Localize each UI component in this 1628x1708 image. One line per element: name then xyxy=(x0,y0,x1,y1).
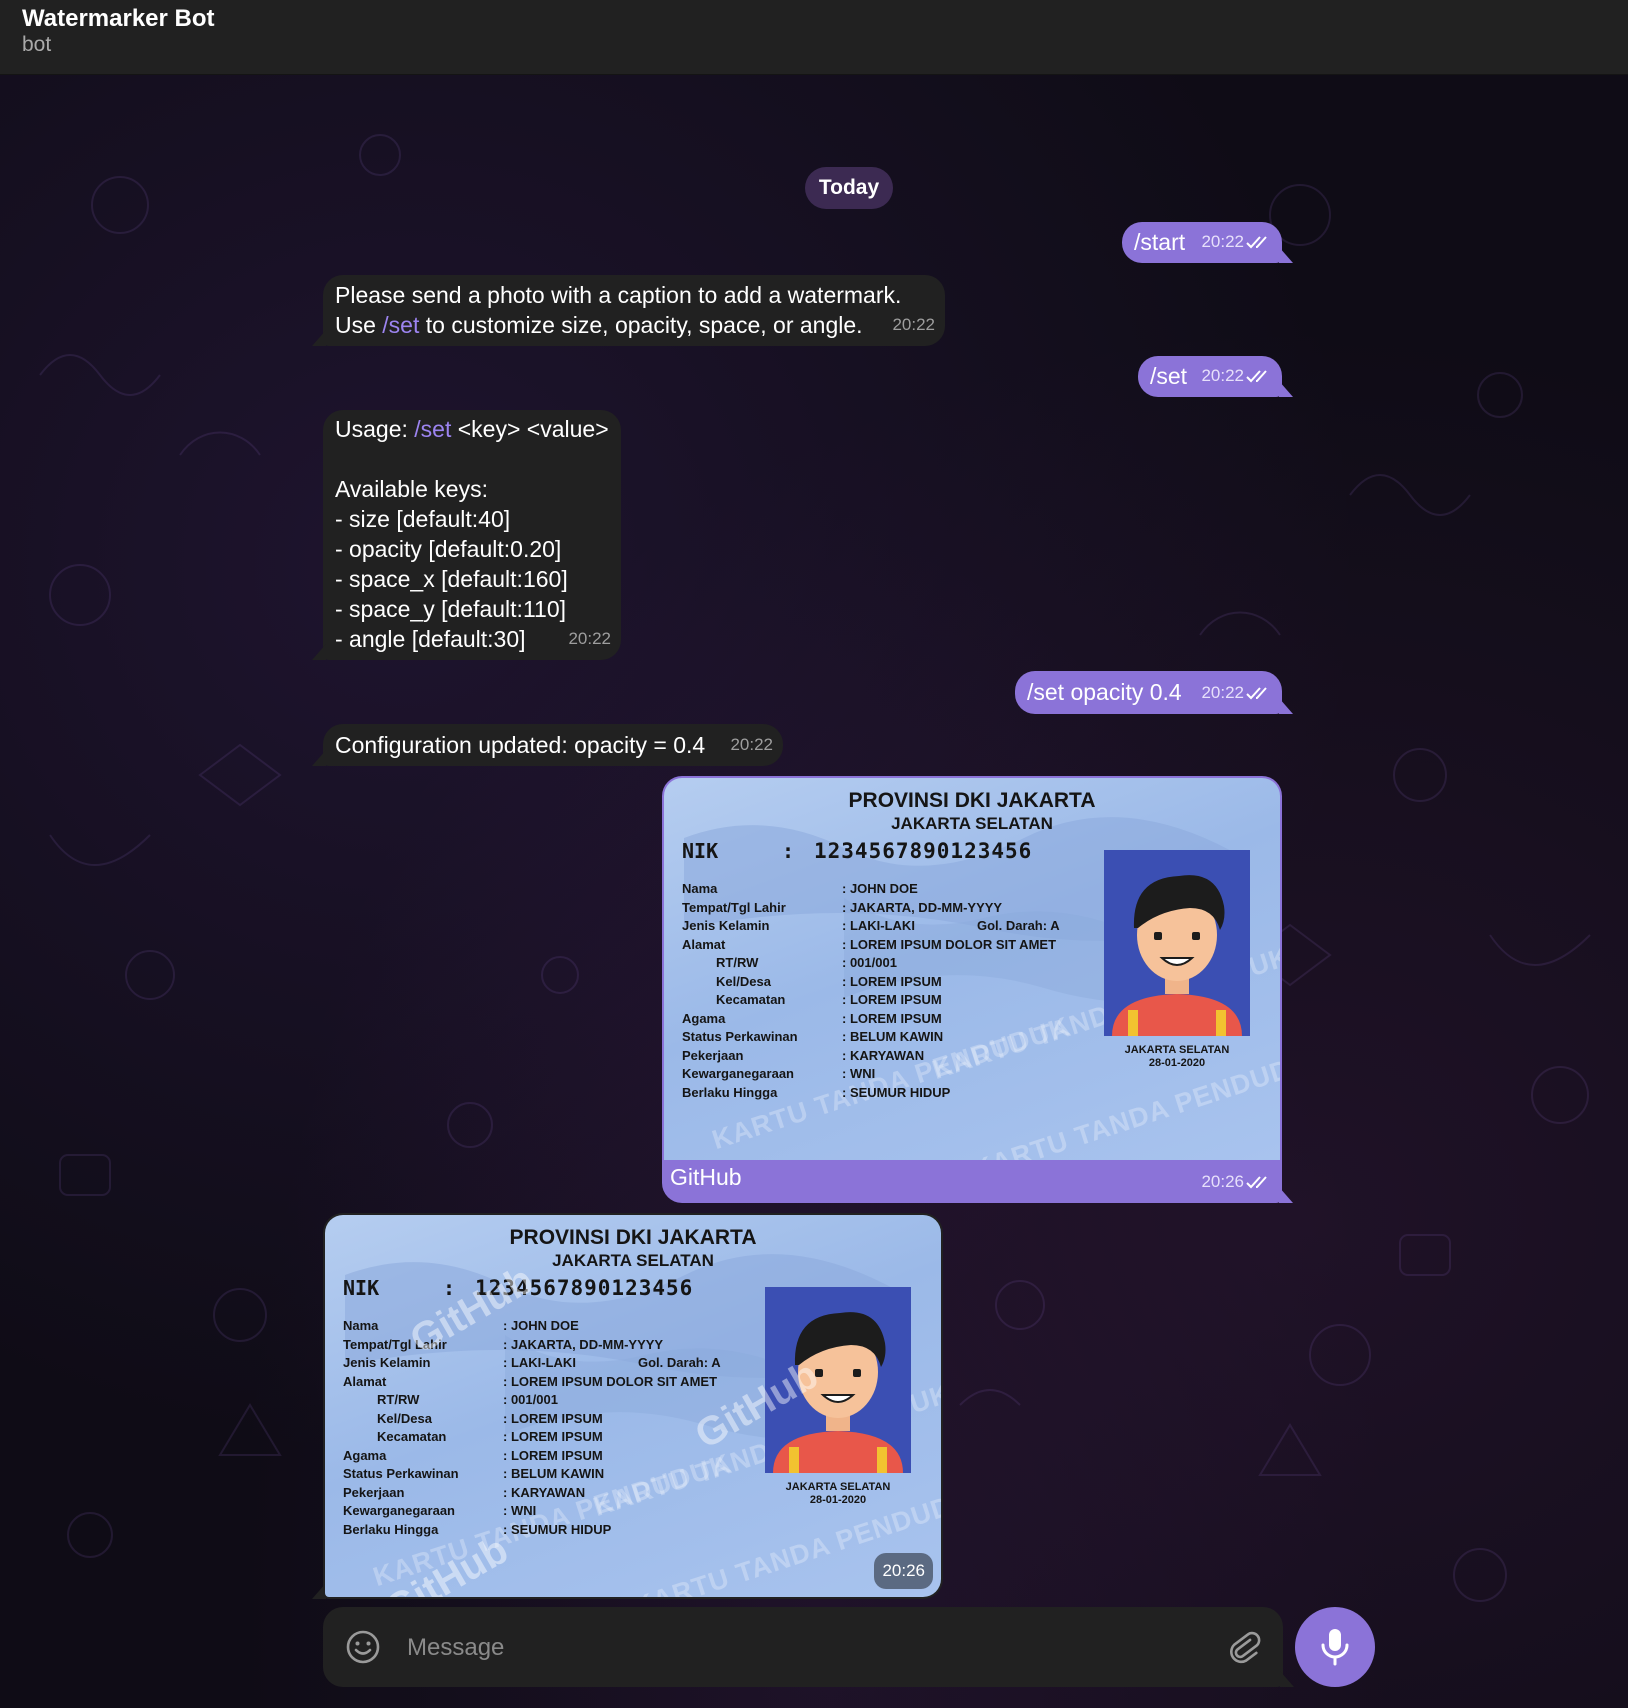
id-card-city: JAKARTA SELATAN xyxy=(891,814,1053,833)
id-card-city: JAKARTA SELATAN xyxy=(552,1251,714,1270)
date-divider: Today xyxy=(805,167,893,209)
id-card-photo[interactable]: KARTU TANDA PENDUDUK KARTU TANDA PENDUDU… xyxy=(664,778,1280,1160)
id-card-issue-date: 28-01-2020 xyxy=(809,1494,867,1506)
message-outgoing-set-opacity[interactable]: /set opacity 0.4 20:22 xyxy=(1015,671,1282,714)
message-line: - size [default:40] xyxy=(335,506,511,532)
message-line: - space_x [default:160] xyxy=(335,566,568,592)
photo-caption: GitHub xyxy=(670,1164,742,1190)
message-text: <key> <value> xyxy=(451,416,609,442)
id-card-issue-place: JAKARTA SELATAN xyxy=(785,1481,891,1493)
message-outgoing-set[interactable]: /set 20:22 xyxy=(1138,356,1282,397)
message-time-badge: 20:26 xyxy=(874,1553,933,1589)
id-card-issue-place: JAKARTA SELATAN xyxy=(1124,1044,1230,1056)
id-field-key: Kecamatan xyxy=(716,992,786,1007)
id-field-key: Berlaku Hingga xyxy=(682,1084,778,1100)
message-text: Configuration updated: opacity = 0.4 xyxy=(335,732,706,758)
message-time: 20:26 xyxy=(1201,1172,1244,1191)
id-card-nik: 1234567890123456 xyxy=(814,839,1033,863)
message-line: - space_y [default:110] xyxy=(335,596,566,622)
chat-title: Watermarker Bot xyxy=(22,5,215,32)
id-card-nik-colon: : xyxy=(782,839,795,863)
command-link-set[interactable]: /set xyxy=(382,312,419,338)
message-line: - angle [default:30] xyxy=(335,626,526,652)
id-card-issue-info: JAKARTA SELATAN 28-01-2020 xyxy=(1104,1044,1250,1070)
person-avatar-icon xyxy=(1112,875,1242,1036)
id-card-photo-watermarked[interactable]: KARTU TANDA PENDUDUK KARTU TANDA PENDUDU… xyxy=(325,1215,941,1597)
message-text: Use xyxy=(335,312,383,338)
command-link-set[interactable]: /set xyxy=(414,416,451,442)
microphone-icon xyxy=(1321,1629,1349,1666)
message-meta: 20:22 xyxy=(568,624,611,654)
message-outgoing-photo[interactable]: KARTU TANDA PENDUDUK KARTU TANDA PENDUDU… xyxy=(662,776,1282,1203)
message-time: 20:22 xyxy=(1201,683,1244,702)
message-line: Usage: /set <key> <value> xyxy=(335,414,609,444)
message-time: 20:22 xyxy=(1201,366,1244,385)
id-card-portrait xyxy=(1104,850,1250,1036)
message-composer[interactable] xyxy=(323,1607,1283,1687)
message-time: 20:22 xyxy=(892,315,935,334)
id-card-issue-info: JAKARTA SELATAN 28-01-2020 xyxy=(765,1481,911,1507)
id-field-value: : SEUMUR HIDUP xyxy=(842,1084,951,1100)
message-text: to customize size, opacity, space, or an… xyxy=(419,312,863,338)
message-text: /set xyxy=(1150,363,1188,389)
microphone-button[interactable] xyxy=(1295,1607,1375,1687)
message-meta: 20:22 xyxy=(730,730,773,760)
message-text: Usage: xyxy=(335,416,415,442)
id-field-value: : SEUMUR HIDUP xyxy=(503,1521,612,1537)
message-line: Use /set to customize size, opacity, spa… xyxy=(335,310,863,340)
message-incoming-config-updated[interactable]: Configuration updated: opacity = 0.4 20:… xyxy=(323,724,783,766)
id-field-key: Berlaku Hingga xyxy=(343,1521,439,1537)
chat-header[interactable]: Watermarker Bot bot xyxy=(0,0,1628,75)
message-line: Available keys: xyxy=(335,476,488,502)
chat-subtitle: bot xyxy=(22,33,52,56)
message-meta: 20:22 xyxy=(892,310,935,340)
double-check-icon xyxy=(1246,687,1267,700)
double-check-icon xyxy=(1246,370,1267,383)
message-line: - opacity [default:0.20] xyxy=(335,536,562,562)
id-card-nik-label: NIK xyxy=(343,1276,380,1300)
message-incoming-usage[interactable]: Usage: /set <key> <value> Available keys… xyxy=(323,410,621,660)
id-card-issue-date: 28-01-2020 xyxy=(1148,1057,1206,1069)
message-incoming-welcome[interactable]: Please send a photo with a caption to ad… xyxy=(323,275,945,346)
message-meta: 20:22 xyxy=(1201,361,1272,391)
message-text: /start xyxy=(1134,229,1186,255)
message-incoming-watermarked-photo[interactable]: KARTU TANDA PENDUDUK KARTU TANDA PENDUDU… xyxy=(323,1213,943,1599)
message-line: Please send a photo with a caption to ad… xyxy=(335,282,902,308)
message-input[interactable] xyxy=(405,1627,1209,1669)
emoji-icon[interactable] xyxy=(345,1629,381,1665)
message-time: 20:22 xyxy=(568,629,611,648)
message-meta: 20:22 xyxy=(1201,678,1272,708)
message-text: /set opacity 0.4 xyxy=(1027,679,1182,705)
paperclip-icon[interactable] xyxy=(1225,1629,1261,1665)
message-meta: 20:26 xyxy=(1201,1167,1272,1197)
message-meta: 20:22 xyxy=(1201,227,1272,257)
double-check-icon xyxy=(1246,1176,1267,1189)
id-card-nik-label: NIK xyxy=(682,839,719,863)
id-field-key: Kecamatan xyxy=(377,1429,447,1444)
message-time: 20:22 xyxy=(1201,232,1244,251)
double-check-icon xyxy=(1246,236,1267,249)
message-outgoing-start[interactable]: /start 20:22 xyxy=(1122,222,1282,263)
message-time: 20:22 xyxy=(730,735,773,754)
